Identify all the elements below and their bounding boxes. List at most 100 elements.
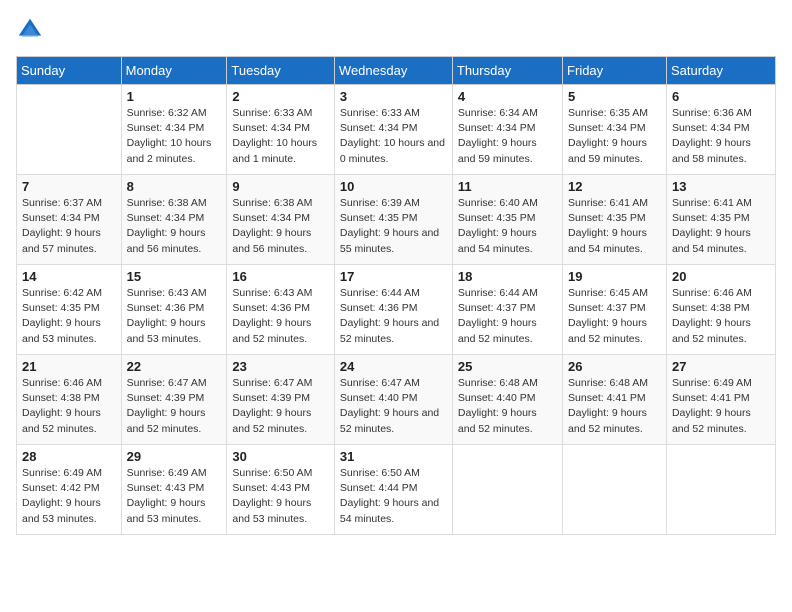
page-header bbox=[16, 16, 776, 44]
calendar-cell: 30 Sunrise: 6:50 AMSunset: 4:43 PMDaylig… bbox=[227, 445, 335, 535]
calendar-cell: 8 Sunrise: 6:38 AMSunset: 4:34 PMDayligh… bbox=[121, 175, 227, 265]
header-monday: Monday bbox=[121, 57, 227, 85]
day-info: Sunrise: 6:50 AMSunset: 4:44 PMDaylight:… bbox=[340, 466, 447, 527]
calendar-cell bbox=[452, 445, 562, 535]
day-info: Sunrise: 6:33 AMSunset: 4:34 PMDaylight:… bbox=[340, 106, 447, 167]
day-info: Sunrise: 6:41 AMSunset: 4:35 PMDaylight:… bbox=[568, 196, 661, 257]
day-info: Sunrise: 6:44 AMSunset: 4:36 PMDaylight:… bbox=[340, 286, 447, 347]
day-number: 22 bbox=[127, 359, 222, 374]
calendar-cell: 26 Sunrise: 6:48 AMSunset: 4:41 PMDaylig… bbox=[563, 355, 667, 445]
day-number: 4 bbox=[458, 89, 557, 104]
week-row-4: 21 Sunrise: 6:46 AMSunset: 4:38 PMDaylig… bbox=[17, 355, 776, 445]
week-row-1: 1 Sunrise: 6:32 AMSunset: 4:34 PMDayligh… bbox=[17, 85, 776, 175]
day-info: Sunrise: 6:47 AMSunset: 4:39 PMDaylight:… bbox=[232, 376, 329, 437]
day-number: 2 bbox=[232, 89, 329, 104]
header-wednesday: Wednesday bbox=[334, 57, 452, 85]
calendar-cell: 25 Sunrise: 6:48 AMSunset: 4:40 PMDaylig… bbox=[452, 355, 562, 445]
day-info: Sunrise: 6:40 AMSunset: 4:35 PMDaylight:… bbox=[458, 196, 557, 257]
day-number: 28 bbox=[22, 449, 116, 464]
day-number: 17 bbox=[340, 269, 447, 284]
calendar-cell: 21 Sunrise: 6:46 AMSunset: 4:38 PMDaylig… bbox=[17, 355, 122, 445]
day-info: Sunrise: 6:46 AMSunset: 4:38 PMDaylight:… bbox=[22, 376, 116, 437]
header-tuesday: Tuesday bbox=[227, 57, 335, 85]
day-info: Sunrise: 6:36 AMSunset: 4:34 PMDaylight:… bbox=[672, 106, 770, 167]
calendar-cell: 28 Sunrise: 6:49 AMSunset: 4:42 PMDaylig… bbox=[17, 445, 122, 535]
day-info: Sunrise: 6:43 AMSunset: 4:36 PMDaylight:… bbox=[232, 286, 329, 347]
day-number: 16 bbox=[232, 269, 329, 284]
calendar-cell: 14 Sunrise: 6:42 AMSunset: 4:35 PMDaylig… bbox=[17, 265, 122, 355]
day-info: Sunrise: 6:50 AMSunset: 4:43 PMDaylight:… bbox=[232, 466, 329, 527]
header-thursday: Thursday bbox=[452, 57, 562, 85]
day-number: 1 bbox=[127, 89, 222, 104]
day-info: Sunrise: 6:38 AMSunset: 4:34 PMDaylight:… bbox=[127, 196, 222, 257]
day-info: Sunrise: 6:47 AMSunset: 4:39 PMDaylight:… bbox=[127, 376, 222, 437]
day-number: 14 bbox=[22, 269, 116, 284]
calendar-cell: 22 Sunrise: 6:47 AMSunset: 4:39 PMDaylig… bbox=[121, 355, 227, 445]
calendar-cell: 12 Sunrise: 6:41 AMSunset: 4:35 PMDaylig… bbox=[563, 175, 667, 265]
calendar-cell bbox=[563, 445, 667, 535]
header-sunday: Sunday bbox=[17, 57, 122, 85]
calendar-table: SundayMondayTuesdayWednesdayThursdayFrid… bbox=[16, 56, 776, 535]
week-row-3: 14 Sunrise: 6:42 AMSunset: 4:35 PMDaylig… bbox=[17, 265, 776, 355]
day-number: 20 bbox=[672, 269, 770, 284]
day-info: Sunrise: 6:45 AMSunset: 4:37 PMDaylight:… bbox=[568, 286, 661, 347]
day-number: 12 bbox=[568, 179, 661, 194]
day-number: 3 bbox=[340, 89, 447, 104]
day-number: 5 bbox=[568, 89, 661, 104]
calendar-cell: 27 Sunrise: 6:49 AMSunset: 4:41 PMDaylig… bbox=[666, 355, 775, 445]
calendar-cell: 18 Sunrise: 6:44 AMSunset: 4:37 PMDaylig… bbox=[452, 265, 562, 355]
calendar-cell: 11 Sunrise: 6:40 AMSunset: 4:35 PMDaylig… bbox=[452, 175, 562, 265]
day-number: 8 bbox=[127, 179, 222, 194]
calendar-cell: 2 Sunrise: 6:33 AMSunset: 4:34 PMDayligh… bbox=[227, 85, 335, 175]
day-number: 15 bbox=[127, 269, 222, 284]
day-number: 21 bbox=[22, 359, 116, 374]
day-number: 26 bbox=[568, 359, 661, 374]
calendar-cell: 1 Sunrise: 6:32 AMSunset: 4:34 PMDayligh… bbox=[121, 85, 227, 175]
day-number: 19 bbox=[568, 269, 661, 284]
calendar-cell: 13 Sunrise: 6:41 AMSunset: 4:35 PMDaylig… bbox=[666, 175, 775, 265]
calendar-cell: 4 Sunrise: 6:34 AMSunset: 4:34 PMDayligh… bbox=[452, 85, 562, 175]
day-info: Sunrise: 6:34 AMSunset: 4:34 PMDaylight:… bbox=[458, 106, 557, 167]
day-info: Sunrise: 6:35 AMSunset: 4:34 PMDaylight:… bbox=[568, 106, 661, 167]
day-number: 27 bbox=[672, 359, 770, 374]
header-row: SundayMondayTuesdayWednesdayThursdayFrid… bbox=[17, 57, 776, 85]
day-info: Sunrise: 6:39 AMSunset: 4:35 PMDaylight:… bbox=[340, 196, 447, 257]
day-number: 24 bbox=[340, 359, 447, 374]
day-info: Sunrise: 6:47 AMSunset: 4:40 PMDaylight:… bbox=[340, 376, 447, 437]
day-number: 10 bbox=[340, 179, 447, 194]
week-row-5: 28 Sunrise: 6:49 AMSunset: 4:42 PMDaylig… bbox=[17, 445, 776, 535]
day-number: 25 bbox=[458, 359, 557, 374]
day-number: 13 bbox=[672, 179, 770, 194]
day-info: Sunrise: 6:43 AMSunset: 4:36 PMDaylight:… bbox=[127, 286, 222, 347]
calendar-cell: 6 Sunrise: 6:36 AMSunset: 4:34 PMDayligh… bbox=[666, 85, 775, 175]
day-info: Sunrise: 6:33 AMSunset: 4:34 PMDaylight:… bbox=[232, 106, 329, 167]
day-info: Sunrise: 6:49 AMSunset: 4:41 PMDaylight:… bbox=[672, 376, 770, 437]
day-number: 30 bbox=[232, 449, 329, 464]
logo-icon bbox=[16, 16, 44, 44]
calendar-cell: 23 Sunrise: 6:47 AMSunset: 4:39 PMDaylig… bbox=[227, 355, 335, 445]
calendar-cell: 17 Sunrise: 6:44 AMSunset: 4:36 PMDaylig… bbox=[334, 265, 452, 355]
calendar-cell: 16 Sunrise: 6:43 AMSunset: 4:36 PMDaylig… bbox=[227, 265, 335, 355]
calendar-cell: 15 Sunrise: 6:43 AMSunset: 4:36 PMDaylig… bbox=[121, 265, 227, 355]
week-row-2: 7 Sunrise: 6:37 AMSunset: 4:34 PMDayligh… bbox=[17, 175, 776, 265]
day-info: Sunrise: 6:49 AMSunset: 4:42 PMDaylight:… bbox=[22, 466, 116, 527]
calendar-cell: 24 Sunrise: 6:47 AMSunset: 4:40 PMDaylig… bbox=[334, 355, 452, 445]
day-info: Sunrise: 6:48 AMSunset: 4:41 PMDaylight:… bbox=[568, 376, 661, 437]
day-info: Sunrise: 6:42 AMSunset: 4:35 PMDaylight:… bbox=[22, 286, 116, 347]
calendar-cell bbox=[17, 85, 122, 175]
logo bbox=[16, 16, 48, 44]
day-info: Sunrise: 6:41 AMSunset: 4:35 PMDaylight:… bbox=[672, 196, 770, 257]
day-number: 6 bbox=[672, 89, 770, 104]
day-number: 23 bbox=[232, 359, 329, 374]
calendar-cell: 10 Sunrise: 6:39 AMSunset: 4:35 PMDaylig… bbox=[334, 175, 452, 265]
calendar-cell: 3 Sunrise: 6:33 AMSunset: 4:34 PMDayligh… bbox=[334, 85, 452, 175]
calendar-cell: 19 Sunrise: 6:45 AMSunset: 4:37 PMDaylig… bbox=[563, 265, 667, 355]
calendar-cell: 5 Sunrise: 6:35 AMSunset: 4:34 PMDayligh… bbox=[563, 85, 667, 175]
day-info: Sunrise: 6:37 AMSunset: 4:34 PMDaylight:… bbox=[22, 196, 116, 257]
day-info: Sunrise: 6:32 AMSunset: 4:34 PMDaylight:… bbox=[127, 106, 222, 167]
day-number: 9 bbox=[232, 179, 329, 194]
calendar-cell: 20 Sunrise: 6:46 AMSunset: 4:38 PMDaylig… bbox=[666, 265, 775, 355]
calendar-cell: 9 Sunrise: 6:38 AMSunset: 4:34 PMDayligh… bbox=[227, 175, 335, 265]
day-info: Sunrise: 6:48 AMSunset: 4:40 PMDaylight:… bbox=[458, 376, 557, 437]
day-info: Sunrise: 6:44 AMSunset: 4:37 PMDaylight:… bbox=[458, 286, 557, 347]
